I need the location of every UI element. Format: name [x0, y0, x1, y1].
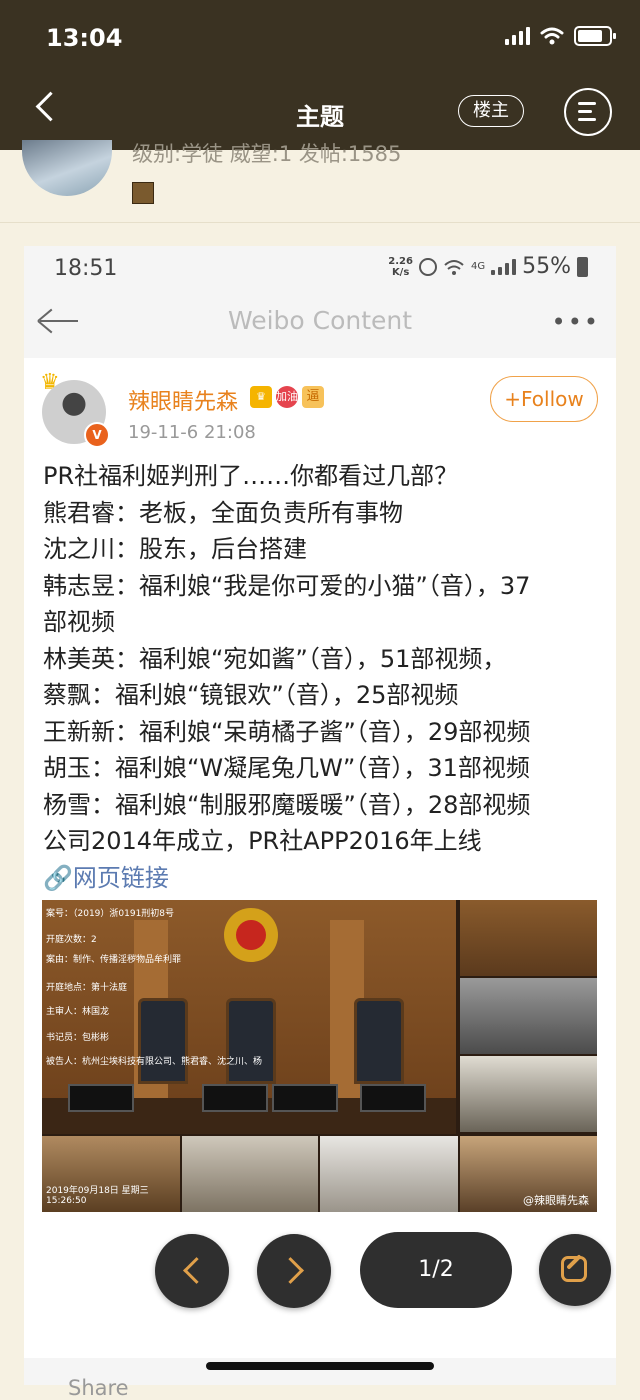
- post-image[interactable]: 案号：（2019）浙0191刑初8号 开庭次数：2 案由：制作、传播淫秽物品牟利…: [42, 900, 597, 1212]
- post-line: 蔡飘：福利娘“镜银欢”（音），25部视频: [43, 681, 459, 709]
- post-line: 王新新：福利娘“呆萌橘子酱”（音），29部视频: [43, 717, 531, 746]
- chevron-left-icon: [183, 1257, 210, 1284]
- fan-badge-icon: 加油: [276, 386, 298, 408]
- court-tile: 2019年09月18日 星期三 15:26:50: [42, 1136, 180, 1212]
- user-info-strip: 级别:学徒 威望:1 发帖:1585: [0, 140, 640, 223]
- edit-icon: [561, 1256, 587, 1282]
- page-indicator-button[interactable]: 1/2: [360, 1232, 512, 1308]
- network-speed: 2.26 K/s: [388, 255, 413, 278]
- user-meta: 级别:学徒 威望:1 发帖:1585: [132, 142, 402, 166]
- tag-badge-icon: 逼: [302, 386, 324, 408]
- page-title: 主题: [296, 103, 344, 131]
- inner-status-icons: 2.26 K/s 4G 55%: [388, 254, 588, 279]
- more-icon[interactable]: •••: [552, 308, 600, 336]
- inner-title: Weibo Content: [227, 306, 413, 335]
- edit-button[interactable]: [539, 1234, 611, 1306]
- post-line: PR社福利姬判刑了……你都看过几部？: [43, 462, 459, 490]
- courtroom-main-view: 案号：（2019）浙0191刑初8号 开庭次数：2 案由：制作、传播淫秽物品牟利…: [42, 900, 456, 1134]
- court-overlay-line: 开庭地点：第十法庭: [46, 983, 128, 993]
- court-tile: [460, 978, 597, 1054]
- post-line: 部视频: [43, 608, 115, 636]
- court-tile: [182, 1136, 318, 1212]
- post-line: 公司2014年成立，PR社APP2016年上线: [43, 827, 482, 855]
- op-only-button[interactable]: 楼主: [458, 95, 524, 127]
- court-tile: [320, 1136, 458, 1212]
- next-button[interactable]: [257, 1234, 331, 1308]
- emblem-icon: [224, 908, 278, 962]
- wifi-icon: [540, 27, 564, 45]
- chevron-right-icon: [277, 1257, 304, 1284]
- poster-badges: ♛ 加油 逼: [250, 386, 324, 408]
- battery-icon: [577, 256, 588, 277]
- court-overlay-line: 书记员：包彬彬: [46, 1033, 110, 1043]
- court-overlay-line: 案号：（2019）浙0191刑初8号: [46, 909, 175, 919]
- verified-icon: V: [84, 422, 110, 448]
- battery-percent: 55%: [522, 254, 571, 279]
- court-overlay-line: 开庭次数：2: [46, 935, 97, 945]
- court-overlay-line: 主审人：林国龙: [46, 1007, 110, 1017]
- court-overlay-line: 被告人：杭州尘埃科技有限公司、熊君睿、沈之川、杨: [46, 1057, 263, 1067]
- post-line: 胡玉：福利娘“W凝尾兔几W”（音），31部视频: [43, 754, 530, 782]
- follow-button[interactable]: +Follow: [490, 376, 598, 422]
- status-time: 13:04: [46, 24, 123, 52]
- avatar[interactable]: [22, 140, 112, 196]
- home-indicator: [206, 1362, 434, 1370]
- battery-icon: [574, 26, 616, 46]
- network-type: 4G: [470, 261, 486, 272]
- post-time: 19-11-6 21:08: [128, 422, 256, 443]
- court-overlay-line: 案由：制作、传播淫秽物品牟利罪: [46, 955, 182, 965]
- post-card: ♛ V 辣眼睛先森 ♛ 加油 逼 19-11-6 21:08 +Follow P…: [24, 358, 616, 1400]
- court-tile: [460, 1056, 597, 1132]
- status-icons: [505, 26, 616, 46]
- poster-name[interactable]: 辣眼睛先森: [128, 384, 238, 416]
- menu-button[interactable]: [564, 88, 612, 136]
- signal-icon: [491, 258, 517, 275]
- post-body: PR社福利姬判刑了……你都看过几部？ 熊君睿：老板，全面负责所有事物 沈之川：股…: [43, 458, 603, 896]
- post-line: 林美英：福利娘“宛如酱”（音），51部视频，: [43, 644, 507, 673]
- alarm-icon: [418, 257, 437, 276]
- embedded-screenshot[interactable]: 18:51 2.26 K/s 4G 55% Weibo Content ••• ♛…: [24, 246, 616, 1400]
- date-overlay: 2019年09月18日 星期三 15:26:50: [46, 1186, 149, 1206]
- post-line: 韩志昱：福利娘“我是你可爱的小猫”（音），37: [43, 571, 531, 600]
- inner-status-time: 18:51: [54, 256, 118, 281]
- post-line: 杨雪：福利娘“制服邪魔暖暖”（音），28部视频: [43, 790, 531, 819]
- post-line: 沈之川：股东，后台搭建: [43, 535, 307, 563]
- post-line: 熊君睿：老板，全面负责所有事物: [43, 498, 403, 527]
- app-header: 13:04 主题 楼主: [0, 0, 640, 150]
- share-label[interactable]: Share: [68, 1376, 129, 1400]
- image-watermark: @辣眼睛先森: [523, 1194, 589, 1207]
- prev-button[interactable]: [155, 1234, 229, 1308]
- court-tile: [460, 900, 597, 976]
- web-link[interactable]: 🔗网页链接: [43, 860, 603, 897]
- inner-nav-bar: Weibo Content •••: [24, 286, 616, 358]
- wifi-icon: [444, 259, 464, 275]
- signal-icon: [505, 27, 530, 45]
- user-badge-icon: [132, 182, 154, 204]
- vip-crown-icon: ♛: [250, 386, 272, 408]
